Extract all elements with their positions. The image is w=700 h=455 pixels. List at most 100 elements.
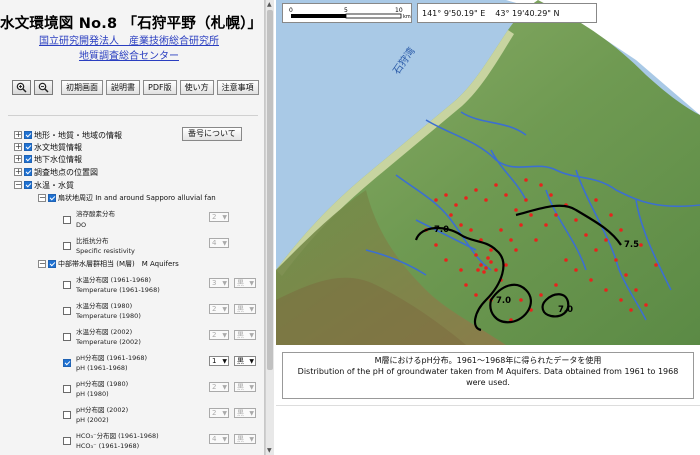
expand-icon[interactable]: +: [14, 131, 22, 139]
pdf-button[interactable]: PDF版: [143, 80, 177, 95]
manual-button[interactable]: 説明書: [106, 80, 140, 95]
layer-panel: 水文環境図 No.8 「石狩平野（札幌）」 国立研究開発法人 産業技術総合研究所…: [0, 0, 265, 455]
map-caption: M層におけるpH分布。1961～1968年に得られたデータを使用 Distrib…: [282, 352, 694, 399]
how-to-use-button[interactable]: 使い方: [179, 80, 214, 95]
layer-item-ph-1961-en: pH (1961-1968): [76, 364, 128, 372]
contour-label-d: 7.0: [558, 305, 573, 315]
layer-group-water-quality[interactable]: − 水温・水質: [14, 179, 74, 191]
color-select[interactable]: 黒 ▼: [234, 382, 256, 392]
org-link-gsj[interactable]: 地質調査総合センター: [0, 47, 258, 62]
collapse-icon[interactable]: −: [38, 260, 46, 268]
layer-group-hydrogeology[interactable]: + 水文地質情報: [14, 141, 82, 153]
order-select[interactable]: 2 ▼: [209, 408, 229, 418]
layer-item-do-ja: 溶存酸素分布: [76, 210, 115, 218]
contour-label-b: 7.5: [624, 240, 639, 250]
scale-label-5: 5: [344, 7, 348, 14]
order-select[interactable]: 2 ▼: [209, 330, 229, 340]
layer-checkbox[interactable]: [24, 155, 32, 163]
scroll-up-icon[interactable]: ▲: [267, 1, 272, 8]
coordinate-readout: 141° 9'50.19" E 43° 19'40.29" N: [417, 3, 597, 23]
layer-checkbox[interactable]: [63, 385, 71, 393]
scale-label-10: 10: [395, 7, 403, 14]
layer-item-temp-1980-en: Temperature (1980): [76, 312, 141, 320]
caption-en: Distribution of the pH of groundwater ta…: [297, 367, 679, 387]
layer-checkbox[interactable]: [24, 143, 32, 151]
color-select[interactable]: 黒 ▼: [234, 330, 256, 340]
notes-button[interactable]: 注意事項: [216, 80, 259, 95]
zoom-out-button[interactable]: [34, 80, 53, 95]
layer-item-ph-2002[interactable]: [63, 409, 71, 421]
page-title: 水文環境図 No.8 「石狩平野（札幌）」: [0, 16, 263, 32]
org-link-aist[interactable]: 国立研究開発法人 産業技術総合研究所: [0, 32, 258, 47]
order-select[interactable]: 2 ▼: [209, 382, 229, 392]
expand-icon[interactable]: +: [14, 168, 22, 176]
collapse-icon[interactable]: −: [14, 181, 22, 189]
color-select[interactable]: 黒 ▼: [234, 434, 256, 444]
collapse-icon[interactable]: −: [38, 194, 46, 202]
color-select[interactable]: 黒 ▼: [234, 278, 256, 288]
order-select[interactable]: 4 ▼: [209, 238, 229, 248]
layer-subgroup-fan[interactable]: − 扇状地周辺 In and around Sapporo alluvial fa…: [38, 192, 216, 204]
scroll-down-icon[interactable]: ▼: [267, 447, 272, 454]
caption-ja: M層におけるpH分布。1961～1968年に得られたデータを使用: [374, 356, 602, 365]
layer-item-temp-1980[interactable]: [63, 305, 71, 317]
color-select[interactable]: 黒 ▼: [234, 356, 256, 366]
layer-group-groundwater-level[interactable]: + 地下水位情報: [14, 153, 82, 165]
layer-item-ph-1980-en: pH (1980): [76, 390, 109, 398]
layer-item-do[interactable]: [63, 214, 71, 226]
layer-item-ph-1980-ja: pH分布図 (1980): [76, 380, 129, 388]
initial-view-button[interactable]: 初期画面: [61, 80, 103, 95]
layer-item-ph-2002-ja: pH分布図 (2002): [76, 406, 129, 414]
layer-checkbox[interactable]: [24, 168, 32, 176]
map-canvas: 石狩湾 7.0 7.5 7.0 7.0: [276, 0, 700, 345]
contour-label-a: 7.0: [434, 225, 449, 235]
layer-group-survey-points[interactable]: + 調査地点の位置図: [14, 166, 98, 178]
layer-item-resistivity[interactable]: [63, 240, 71, 252]
color-select[interactable]: 黒 ▼: [234, 304, 256, 314]
zoom-out-icon: [38, 82, 49, 93]
panel-scrollbar[interactable]: ▲ ▼: [265, 0, 274, 455]
layer-item-ph-1961-ja: pH分布図 (1961-1968): [76, 354, 148, 362]
layer-item-temp-1961[interactable]: [63, 279, 71, 291]
latitude-readout: 43° 19'40.29" N: [495, 8, 560, 18]
layer-checkbox[interactable]: [63, 411, 71, 419]
order-select[interactable]: 1 ▼: [209, 356, 229, 366]
layer-checkbox[interactable]: [63, 281, 71, 289]
scrollbar-thumb[interactable]: [267, 10, 273, 370]
layer-checkbox[interactable]: [24, 181, 32, 189]
layer-item-hco3-ja: HCO₃⁻分布図 (1961-1968): [76, 432, 159, 440]
layer-item-temp-1980-ja: 水温分布図 (1980): [76, 302, 133, 310]
layer-item-hco3[interactable]: [63, 435, 71, 447]
layer-item-temp-2002-ja: 水温分布図 (2002): [76, 328, 133, 336]
order-select[interactable]: 2 ▼: [209, 304, 229, 314]
number-info-button[interactable]: 番号について: [182, 127, 242, 141]
layer-checkbox[interactable]: [48, 194, 56, 202]
layer-checkbox[interactable]: [63, 437, 71, 445]
zoom-in-icon: [16, 82, 27, 93]
order-select[interactable]: 3 ▼: [209, 278, 229, 288]
zoom-in-button[interactable]: [12, 80, 31, 95]
layer-subgroup-m-aquifers[interactable]: − 中部帯水層群相当 (M層) M Aquifers: [38, 258, 179, 270]
layer-item-temp-2002[interactable]: [63, 331, 71, 343]
layer-item-ph-1961[interactable]: [63, 357, 71, 369]
layer-group-topography[interactable]: + 地形・地質・地域の情報: [14, 129, 122, 141]
scale-unit: km: [403, 14, 411, 20]
layer-checkbox[interactable]: [24, 131, 32, 139]
scale-bar: 0 5 10 km: [282, 3, 412, 23]
layer-checkbox[interactable]: [63, 242, 71, 250]
map-view[interactable]: 石狩湾 7.0 7.5 7.0 7.0: [276, 0, 700, 345]
layer-checkbox[interactable]: [48, 260, 56, 268]
layer-checkbox[interactable]: [63, 307, 71, 315]
expand-icon[interactable]: +: [14, 155, 22, 163]
layer-checkbox[interactable]: [63, 359, 71, 367]
layer-checkbox[interactable]: [63, 333, 71, 341]
layer-item-temp-1961-en: Temperature (1961-1968): [76, 286, 160, 294]
expand-icon[interactable]: +: [14, 143, 22, 151]
color-select[interactable]: 黒 ▼: [234, 408, 256, 418]
layer-item-hco3-en: HCO₃⁻ (1961-1968): [76, 442, 140, 450]
order-select[interactable]: 4 ▼: [209, 434, 229, 444]
order-select[interactable]: 2 ▼: [209, 212, 229, 222]
layer-item-ph-1980[interactable]: [63, 383, 71, 395]
longitude-readout: 141° 9'50.19" E: [422, 8, 486, 18]
layer-checkbox[interactable]: [63, 216, 71, 224]
